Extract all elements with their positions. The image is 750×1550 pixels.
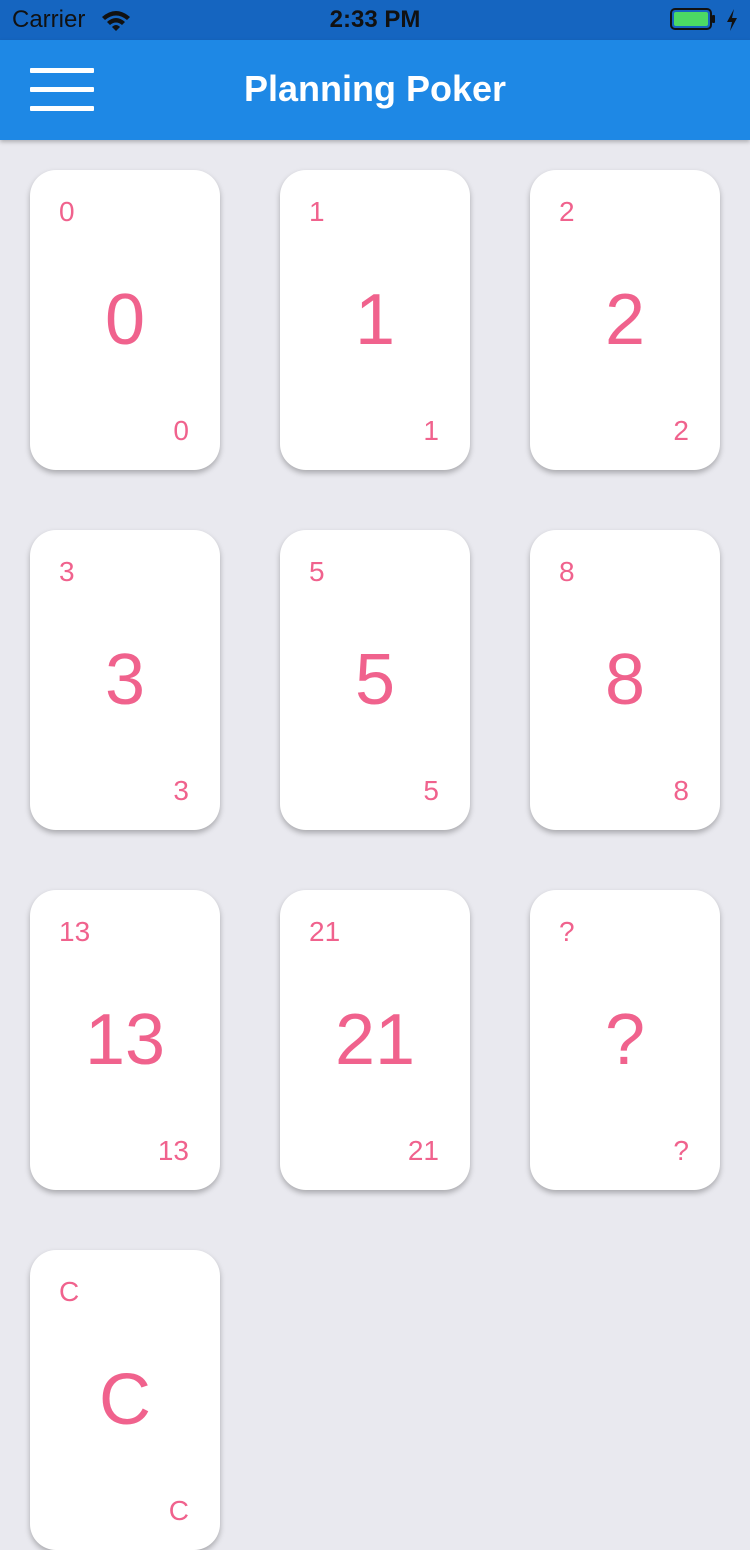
card-corner-top-label: 2 — [559, 196, 575, 227]
card-corner-top-label: 21 — [309, 916, 341, 947]
poker-card[interactable]: ??? — [530, 890, 720, 1190]
card-corner-top-label: 13 — [59, 916, 91, 947]
card-corner-top-label: 3 — [59, 556, 75, 587]
page-title: Planning Poker — [243, 68, 507, 109]
battery-icon — [670, 8, 715, 30]
card-corner-top-label: 1 — [309, 196, 325, 227]
poker-card[interactable]: 3 3 3 — [30, 530, 220, 830]
card-corner-bottom-label: 2 — [673, 415, 689, 446]
card-corner-bottom-label: 0 — [173, 415, 189, 446]
bolt-icon — [727, 9, 737, 31]
card-value-label: 21 — [334, 1000, 416, 1080]
card-value-label: 1 — [354, 280, 396, 360]
card-corner-bottom-label: C — [168, 1495, 189, 1526]
card-corner-bottom-label: 21 — [407, 1135, 439, 1166]
card-corner-bottom-label: ? — [673, 1135, 689, 1166]
card-value-label: 2 — [604, 280, 646, 360]
card-value-label: 3 — [104, 640, 146, 720]
card-value-label: 13 — [84, 1000, 166, 1080]
card-value-label: 8 — [604, 640, 646, 720]
poker-card[interactable]: 1 1 1 — [280, 170, 470, 470]
status-bar: Carrier 2:33 PM — [0, 0, 750, 40]
card-corner-top-label: ? — [559, 916, 575, 947]
poker-card[interactable]: 21 21 21 — [280, 890, 470, 1190]
card-value-label: ? — [604, 1000, 646, 1080]
poker-card[interactable]: 2 2 2 — [530, 170, 720, 470]
card-corner-bottom-label: 13 — [157, 1135, 189, 1166]
poker-card[interactable]: 5 5 5 — [280, 530, 470, 830]
card-corner-bottom-label: 3 — [173, 775, 189, 806]
poker-card[interactable]: 0 0 0 — [30, 170, 220, 470]
card-corner-bottom-label: 8 — [673, 775, 689, 806]
navigation-bar: Planning Poker — [0, 40, 750, 140]
card-corner-top-label: C — [59, 1276, 80, 1307]
card-value-label: 0 — [104, 280, 146, 360]
poker-card[interactable]: 13 13 13 — [30, 890, 220, 1190]
card-corner-bottom-label: 5 — [423, 775, 439, 806]
card-corner-bottom-label: 1 — [423, 415, 439, 446]
card-corner-top-label: 0 — [59, 196, 75, 227]
card-corner-top-label: 5 — [309, 556, 325, 587]
card-value-label: 5 — [354, 640, 396, 720]
status-time: 2:33 PM — [329, 6, 421, 33]
card-corner-top-label: 8 — [559, 556, 575, 587]
card-value-label: C — [99, 1360, 151, 1440]
poker-card[interactable]: 8 8 8 — [530, 530, 720, 830]
poker-card[interactable]: C C C — [30, 1250, 220, 1550]
